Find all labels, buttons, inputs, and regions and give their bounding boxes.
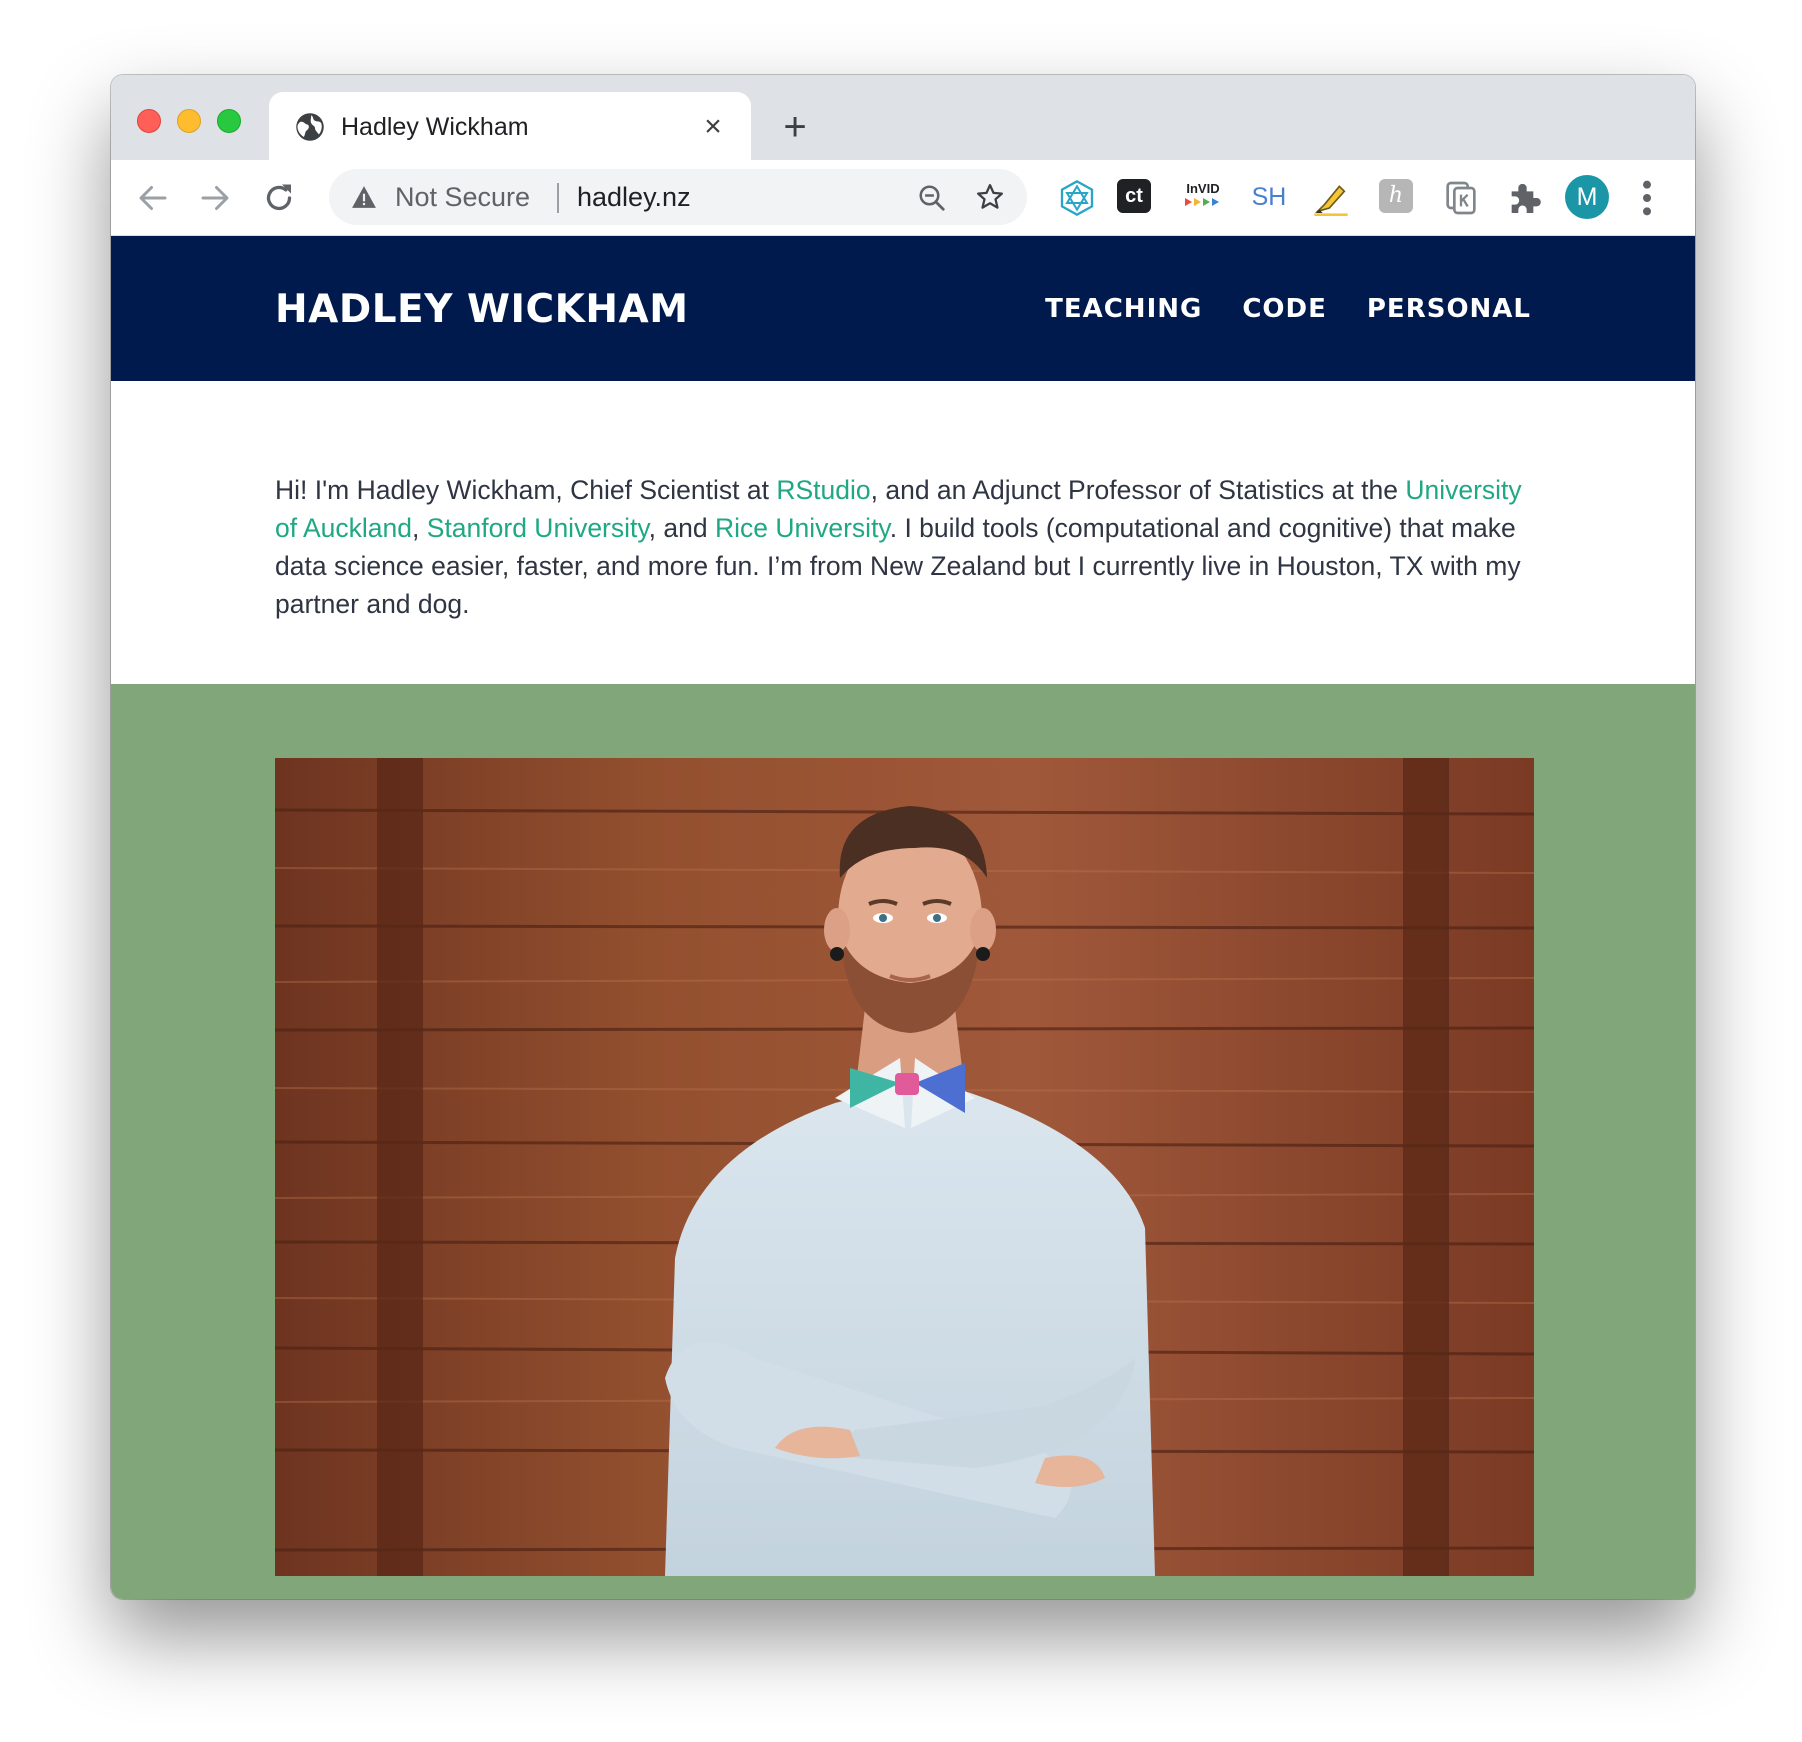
new-tab-button[interactable]: + [777, 107, 813, 147]
photo-section [111, 684, 1695, 1599]
profile-avatar[interactable]: M [1565, 175, 1609, 219]
intro-text-2: , and an Adjunct Professor of Statistics… [870, 474, 1406, 505]
tab-close-icon[interactable]: × [699, 112, 727, 142]
reload-icon[interactable] [261, 180, 297, 216]
tab-hadley-wickham[interactable]: Hadley Wickham × [269, 92, 751, 160]
site-title-link[interactable]: HADLEY WICKHAM [275, 288, 689, 332]
extensions-puzzle-icon[interactable] [1505, 178, 1545, 218]
invid-arrows-icon [1185, 198, 1219, 206]
rstudio-link[interactable]: RStudio [776, 475, 870, 505]
bookmark-star-icon[interactable] [975, 182, 1005, 212]
nav-code-link[interactable]: CODE [1242, 294, 1327, 324]
globe-icon [296, 113, 324, 141]
close-window-button[interactable] [137, 109, 161, 133]
more-menu-icon[interactable] [1639, 178, 1655, 218]
highlighter-extension-icon[interactable] [1311, 178, 1351, 218]
h-extension-icon[interactable]: h [1379, 179, 1413, 213]
geodesic-extension-icon[interactable] [1057, 178, 1097, 218]
browser-toolbar: Not Secure hadley.nz ct InVID SH h M [111, 160, 1695, 236]
nav-personal-link[interactable]: PERSONAL [1367, 294, 1531, 324]
forward-arrow-icon[interactable] [197, 180, 233, 216]
ct-extension-icon[interactable]: ct [1117, 179, 1151, 213]
address-bar[interactable]: Not Secure hadley.nz [329, 169, 1027, 225]
omnibox-divider [557, 183, 559, 213]
tab-title: Hadley Wickham [341, 113, 529, 141]
url-text[interactable]: hadley.nz [577, 182, 691, 212]
page-viewport: HADLEY WICKHAM TEACHING CODE PERSONAL Hi… [111, 236, 1695, 1599]
intro-text-1: Hi! I'm Hadley Wickham, Chief Scientist … [275, 474, 777, 505]
browser-window: Hadley Wickham × + Not Secure hadley.nz [111, 75, 1695, 1599]
zoom-out-icon[interactable] [917, 183, 947, 213]
portrait-illustration [275, 758, 1534, 1576]
site-header: HADLEY WICKHAM TEACHING CODE PERSONAL [111, 236, 1695, 381]
invid-label: InVID [1186, 181, 1220, 196]
rice-university-link[interactable]: Rice University [715, 513, 890, 543]
security-status[interactable]: Not Secure [395, 182, 530, 212]
copy-extension-icon[interactable] [1441, 178, 1481, 218]
sh-extension-icon[interactable]: SH [1245, 180, 1293, 214]
tab-strip: Hadley Wickham × + [111, 75, 1695, 160]
site-nav: TEACHING CODE PERSONAL [1045, 294, 1531, 324]
warning-icon[interactable] [351, 185, 377, 209]
minimize-window-button[interactable] [177, 109, 201, 133]
back-arrow-icon[interactable] [135, 180, 171, 216]
stanford-university-link[interactable]: Stanford University [427, 513, 649, 543]
intro-text-4: , and [648, 512, 715, 543]
invid-extension-icon[interactable]: InVID [1179, 182, 1227, 212]
intro-text-3: , [412, 512, 427, 543]
intro-paragraph: Hi! I'm Hadley Wickham, Chief Scientist … [275, 471, 1527, 623]
zoom-window-button[interactable] [217, 109, 241, 133]
nav-teaching-link[interactable]: TEACHING [1045, 294, 1202, 324]
portrait-photo [275, 758, 1534, 1576]
